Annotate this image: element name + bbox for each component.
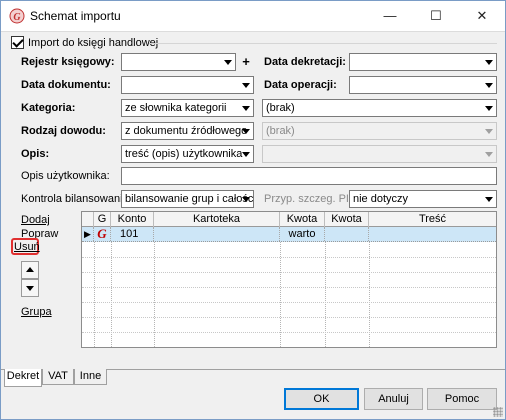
cell-kwota[interactable]: warto bbox=[280, 227, 325, 241]
window-title: Schemat importu bbox=[30, 9, 121, 23]
column-header-indicator bbox=[82, 212, 94, 227]
grupa-link[interactable]: Grupa bbox=[21, 306, 52, 318]
grid-line bbox=[82, 302, 496, 303]
data-dekretacji-label: Data dekretacji: bbox=[264, 56, 346, 68]
column-header-kartoteka[interactable]: Kartoteka bbox=[154, 212, 280, 227]
rejestr-select[interactable] bbox=[121, 53, 236, 71]
dodaj-link[interactable]: Dodaj bbox=[21, 214, 50, 226]
tab-vat[interactable]: VAT bbox=[42, 369, 74, 385]
chevron-down-icon bbox=[242, 152, 250, 157]
column-header-kwota-2[interactable]: Kwota bbox=[325, 212, 369, 227]
chevron-down-icon bbox=[242, 106, 250, 111]
dekret-grid[interactable]: G Konto Kartoteka Kwota Kwota Treść ▶ G … bbox=[81, 211, 497, 348]
grid-line bbox=[82, 257, 496, 258]
import-checkbox-row[interactable]: Import do księgi handlowej bbox=[11, 36, 158, 49]
chevron-down-icon bbox=[485, 152, 493, 157]
column-header-kwota[interactable]: Kwota bbox=[280, 212, 325, 227]
pit-label: Przyp. szczeg. PIT: bbox=[264, 193, 358, 205]
opis-value-select bbox=[262, 145, 497, 163]
usun-link[interactable]: Usuń bbox=[14, 241, 40, 253]
svg-text:G: G bbox=[13, 12, 21, 23]
arrow-up-icon bbox=[26, 267, 34, 272]
move-up-button[interactable] bbox=[21, 261, 39, 279]
rodzaj-dowodu-label: Rodzaj dowodu: bbox=[21, 125, 106, 137]
maximize-button[interactable]: ☐ bbox=[413, 1, 459, 31]
chevron-down-icon bbox=[485, 197, 493, 202]
grid-line bbox=[82, 287, 496, 288]
data-dokumentu-label: Data dokumentu: bbox=[21, 79, 111, 91]
chevron-down-icon bbox=[242, 197, 250, 202]
import-checkbox-label: Import do księgi handlowej bbox=[28, 36, 159, 49]
rodzaj-dowodu-value-select: (brak) bbox=[262, 122, 497, 140]
minimize-button[interactable]: — bbox=[367, 1, 413, 31]
grid-line bbox=[82, 317, 496, 318]
opis-label: Opis: bbox=[21, 148, 50, 160]
column-header-tresc[interactable]: Treść bbox=[369, 212, 496, 227]
title-bar: G Schemat importu — ☐ ✕ bbox=[1, 1, 505, 31]
move-down-button[interactable] bbox=[21, 279, 39, 297]
data-operacji-select[interactable] bbox=[349, 76, 497, 94]
resize-grip-icon[interactable] bbox=[493, 407, 503, 417]
opis-select[interactable]: treść (opis) użytkownika bbox=[121, 145, 254, 163]
close-button[interactable]: ✕ bbox=[459, 1, 505, 31]
chevron-down-icon bbox=[242, 129, 250, 134]
chevron-down-icon bbox=[242, 83, 250, 88]
tab-inne[interactable]: Inne bbox=[74, 369, 107, 385]
column-header-g[interactable]: G bbox=[94, 212, 111, 227]
grid-line bbox=[82, 332, 496, 333]
cell-kwota-2[interactable] bbox=[325, 227, 369, 241]
rodzaj-dowodu-select[interactable]: z dokumentu źródłowego bbox=[121, 122, 254, 140]
import-checkbox[interactable] bbox=[11, 36, 24, 49]
kontrola-label: Kontrola bilansowania: bbox=[21, 193, 132, 205]
help-button[interactable]: Pomoc bbox=[427, 388, 497, 410]
g-icon: G bbox=[94, 227, 111, 241]
dialog-window: G Schemat importu — ☐ ✕ Import do księgi… bbox=[0, 0, 506, 420]
title-separator bbox=[1, 31, 505, 32]
add-rejestr-button[interactable]: + bbox=[238, 53, 254, 71]
kategoria-select[interactable]: ze słownika kategorii bbox=[121, 99, 254, 117]
chevron-down-icon bbox=[485, 83, 493, 88]
grid-header: G Konto Kartoteka Kwota Kwota Treść bbox=[82, 212, 496, 227]
grid-line bbox=[82, 272, 496, 273]
rejestr-label: Rejestr księgowy: bbox=[21, 56, 115, 68]
kontrola-select[interactable]: bilansowanie grup i całości c bbox=[121, 190, 254, 208]
kategoria-value-select[interactable]: (brak) bbox=[262, 99, 497, 117]
data-dokumentu-select[interactable] bbox=[121, 76, 254, 94]
chevron-down-icon bbox=[485, 60, 493, 65]
chevron-down-icon bbox=[485, 106, 493, 111]
cancel-button[interactable]: Anuluj bbox=[364, 388, 423, 410]
pit-select[interactable]: nie dotyczy bbox=[349, 190, 497, 208]
chevron-down-icon bbox=[224, 60, 232, 65]
chevron-down-icon bbox=[485, 129, 493, 134]
cell-konto[interactable]: 101 bbox=[111, 227, 154, 241]
opis-uzytkownika-input[interactable] bbox=[121, 167, 497, 185]
column-header-konto[interactable]: Konto bbox=[111, 212, 154, 227]
ok-button[interactable]: OK bbox=[284, 388, 359, 410]
row-indicator-icon: ▶ bbox=[82, 227, 94, 241]
group-divider bbox=[149, 43, 497, 44]
arrow-down-icon bbox=[26, 286, 34, 291]
data-operacji-label: Data operacji: bbox=[264, 79, 337, 91]
app-icon: G bbox=[9, 8, 25, 24]
cell-tresc[interactable] bbox=[369, 227, 496, 241]
cell-kartoteka[interactable] bbox=[154, 227, 280, 241]
table-row[interactable]: ▶ G 101 warto bbox=[82, 227, 496, 242]
opis-uzytkownika-label: Opis użytkownika: bbox=[21, 170, 110, 182]
tab-dekret[interactable]: Dekret bbox=[4, 369, 42, 387]
data-dekretacji-select[interactable] bbox=[349, 53, 497, 71]
kategoria-label: Kategoria: bbox=[21, 102, 76, 114]
